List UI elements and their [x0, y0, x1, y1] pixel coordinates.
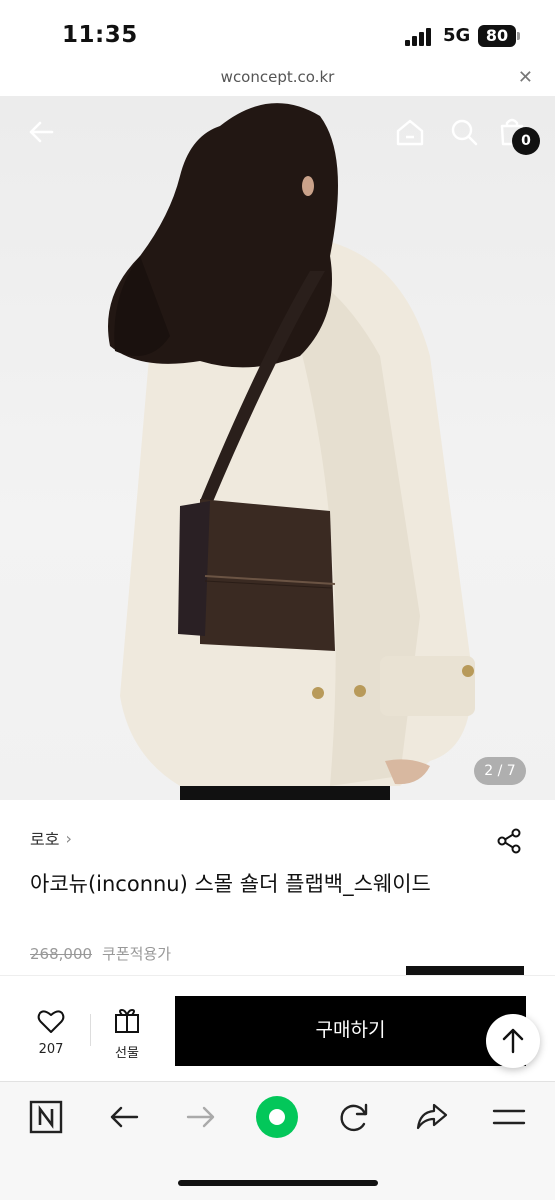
original-price: 268,000: [30, 944, 93, 963]
cellular-signal-icon: [405, 28, 435, 46]
menu-icon[interactable]: [489, 1097, 529, 1137]
close-icon[interactable]: ✕: [518, 67, 533, 88]
search-icon[interactable]: [446, 114, 482, 150]
divider: [90, 1014, 91, 1046]
buy-button[interactable]: 구매하기: [175, 996, 526, 1066]
share-nodes-icon[interactable]: [494, 826, 524, 856]
url-text[interactable]: wconcept.co.kr: [0, 68, 555, 86]
network-type: 5G: [443, 25, 471, 46]
green-dot-icon[interactable]: [255, 1095, 299, 1139]
product-title: 아코뉴(inconnu) 스몰 숄더 플랩백_스웨이드: [30, 872, 431, 896]
refresh-icon[interactable]: [334, 1097, 374, 1137]
url-bar[interactable]: wconcept.co.kr ✕: [0, 62, 555, 96]
product-image-gallery[interactable]: [0, 96, 555, 800]
naver-n-icon[interactable]: [26, 1097, 66, 1137]
scroll-to-top-button[interactable]: [486, 1014, 540, 1068]
gift-icon: [115, 1008, 139, 1033]
status-time: 11:35: [62, 22, 138, 48]
battery-tip: [517, 32, 520, 40]
chevron-right-icon: ›: [65, 828, 72, 848]
heart-icon: [37, 1010, 65, 1033]
like-button[interactable]: 207: [20, 1008, 82, 1060]
gift-label: 선물: [115, 1046, 139, 1061]
battery-icon: 80: [478, 25, 516, 47]
status-bar: 11:35 5G 80: [0, 0, 555, 62]
back-arrow-icon[interactable]: [24, 114, 60, 150]
price-row: 268,000 쿠폰적용가: [30, 943, 171, 964]
cart-count-badge: 0: [512, 127, 540, 155]
gift-button[interactable]: 선물: [98, 1008, 156, 1061]
gallery-page-indicator: 2 / 7: [474, 757, 526, 785]
arrow-up-icon: [502, 1028, 524, 1054]
like-count: 207: [38, 1042, 64, 1057]
share-icon[interactable]: [412, 1097, 452, 1137]
home-indicator: [178, 1180, 378, 1186]
product-photo: [108, 103, 475, 800]
coupon-price-label: 쿠폰적용가: [102, 945, 172, 963]
brand-name[interactable]: 로호: [30, 826, 59, 850]
back-icon[interactable]: [104, 1097, 144, 1137]
forward-icon[interactable]: [181, 1097, 221, 1137]
home-icon[interactable]: [392, 114, 428, 150]
brand-link[interactable]: 로호 ›: [30, 826, 72, 850]
